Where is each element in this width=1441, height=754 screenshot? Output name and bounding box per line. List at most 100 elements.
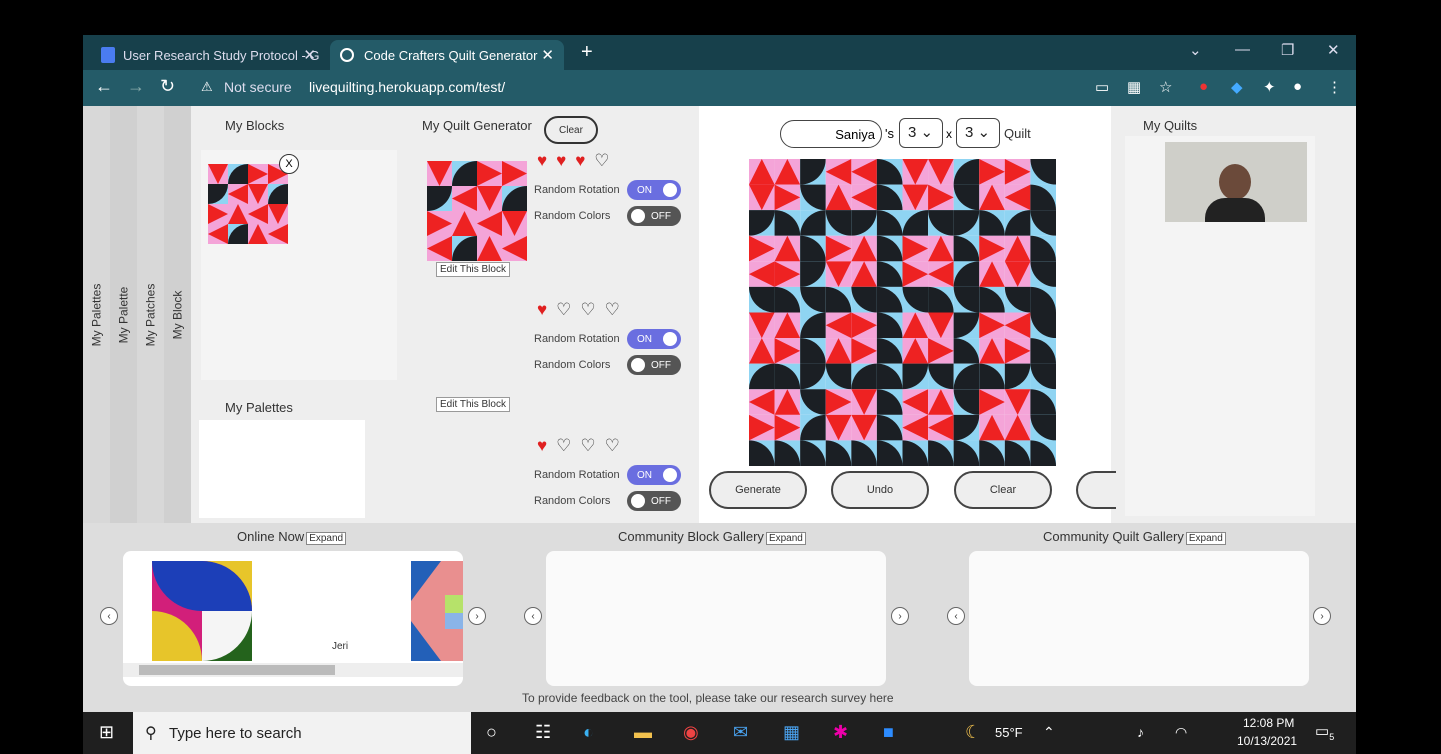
- edit-block-button[interactable]: Edit This Block: [436, 262, 510, 277]
- taskbar-search[interactable]: ⚲ Type here to search: [133, 712, 471, 754]
- close-window-icon[interactable]: ✕: [1327, 41, 1340, 59]
- slack-icon[interactable]: ✱: [833, 722, 848, 743]
- generate-button[interactable]: Generate: [709, 471, 807, 509]
- colors-toggle[interactable]: OFF: [627, 491, 681, 511]
- qr-icon[interactable]: ▦: [1127, 78, 1141, 96]
- my-quilts-title: My Quilts: [1143, 118, 1198, 133]
- cols-select[interactable]: 3 ⌄: [956, 118, 1000, 148]
- clear-quilt-button[interactable]: Clear: [954, 471, 1052, 509]
- chrome-icon[interactable]: ◉: [683, 722, 699, 743]
- my-palettes-list[interactable]: [199, 420, 365, 518]
- expand-button[interactable]: Expand: [765, 532, 806, 545]
- next-arrow-icon[interactable]: ›: [891, 607, 909, 625]
- calendar-icon[interactable]: ▦: [783, 722, 800, 743]
- remove-block-icon[interactable]: X: [279, 154, 299, 174]
- cast-icon[interactable]: ▭: [1095, 78, 1109, 96]
- file-explorer-icon[interactable]: ▬: [634, 722, 652, 743]
- saved-block[interactable]: [208, 164, 288, 244]
- online-user-block[interactable]: [152, 561, 252, 661]
- weather-icon: ☾: [965, 722, 982, 742]
- zoom-icon[interactable]: ■: [883, 722, 894, 743]
- possessive-label: 's: [885, 126, 894, 141]
- clock-time[interactable]: 12:08 PM: [1243, 716, 1294, 730]
- quilt-canvas[interactable]: [749, 159, 1056, 466]
- tab-my-block[interactable]: My Block: [164, 106, 191, 523]
- survey-link[interactable]: here: [870, 691, 894, 705]
- profile-icon[interactable]: ●: [1293, 78, 1302, 95]
- close-tab-icon[interactable]: ✕: [303, 46, 316, 64]
- tab-bar: User Research Study Protocol - G ✕ Code …: [83, 35, 1356, 70]
- my-blocks-list[interactable]: X: [201, 150, 397, 380]
- next-arrow-icon[interactable]: ›: [1313, 607, 1331, 625]
- forward-icon[interactable]: →: [127, 76, 145, 97]
- generator-block: [427, 161, 527, 261]
- volume-icon[interactable]: ♪: [1137, 724, 1144, 740]
- windows-icon[interactable]: ⊞: [99, 722, 114, 743]
- prev-arrow-icon[interactable]: ‹: [524, 607, 542, 625]
- temperature[interactable]: 55°F: [995, 725, 1023, 740]
- next-arrow-icon[interactable]: ›: [468, 607, 486, 625]
- heart-icon-row[interactable]: ♥♡♡♡: [537, 300, 629, 320]
- back-icon[interactable]: ←: [95, 76, 113, 97]
- clock-date[interactable]: 10/13/2021: [1237, 734, 1297, 748]
- security-label[interactable]: Not secure: [224, 79, 292, 95]
- chevron-down-icon[interactable]: ⌄: [1189, 41, 1202, 59]
- wifi-icon[interactable]: ◠: [1175, 724, 1187, 741]
- clear-generator-button[interactable]: Clear: [544, 116, 598, 144]
- address-bar: ← → ↻ ⚠ Not secure livequilting.herokuap…: [83, 70, 1356, 106]
- menu-icon[interactable]: ⋮: [1327, 78, 1342, 96]
- star-icon[interactable]: ☆: [1159, 78, 1172, 96]
- online-scrollbar[interactable]: [123, 663, 463, 677]
- heart-icon-row[interactable]: ♥♥♥♡: [537, 151, 619, 171]
- notification-icon[interactable]: ▭5: [1315, 722, 1334, 742]
- gallery-bar: Online Now Expand ‹ Jeri › Community Blo…: [83, 523, 1356, 712]
- new-tab-icon[interactable]: +: [581, 41, 593, 64]
- online-now-title: Online Now Expand: [237, 529, 347, 545]
- rows-select[interactable]: 3 ⌄: [899, 118, 943, 148]
- colors-toggle[interactable]: OFF: [627, 355, 681, 375]
- heart-icon-row[interactable]: ♥♡♡♡: [537, 436, 629, 456]
- url-field[interactable]: livequilting.herokuapp.com/test/: [309, 79, 505, 95]
- task-view-icon[interactable]: ☷: [535, 722, 551, 743]
- tab-research-protocol[interactable]: User Research Study Protocol - G ✕: [91, 40, 326, 70]
- mail-icon[interactable]: ✉: [733, 722, 748, 743]
- quilt-name-input[interactable]: [780, 120, 882, 148]
- rotation-toggle[interactable]: ON: [627, 329, 681, 349]
- my-quilts-list[interactable]: [1125, 136, 1315, 516]
- rotation-toggle[interactable]: ON: [627, 180, 681, 200]
- minimize-icon[interactable]: —: [1235, 41, 1250, 58]
- edge-icon[interactable]: ◐: [583, 722, 594, 743]
- generator-title: My Quilt Generator: [422, 118, 532, 133]
- quilt-app: My Palettes My Palette My Patches My Blo…: [83, 106, 1356, 523]
- tab-my-patches[interactable]: My Patches: [137, 106, 164, 523]
- tab-quilt-generator[interactable]: Code Crafters Quilt Generator ✕: [330, 40, 564, 70]
- puzzle-icon[interactable]: ✦: [1263, 78, 1276, 96]
- prev-arrow-icon[interactable]: ‹: [100, 607, 118, 625]
- extra-button[interactable]: [1076, 471, 1116, 509]
- undo-button[interactable]: Undo: [831, 471, 929, 509]
- prev-arrow-icon[interactable]: ‹: [947, 607, 965, 625]
- expand-button[interactable]: Expand: [306, 532, 347, 545]
- edit-block-button[interactable]: Edit This Block: [436, 397, 510, 412]
- online-user-block[interactable]: [411, 561, 463, 661]
- colors-toggle[interactable]: OFF: [627, 206, 681, 226]
- quilt-gallery-box: [969, 551, 1309, 686]
- generator-panel: My Quilt Generator Clear Edit This Block…: [399, 106, 699, 523]
- cortana-icon[interactable]: ○: [486, 722, 497, 743]
- tab-my-palettes[interactable]: My Palettes: [83, 106, 110, 523]
- reload-icon[interactable]: ↻: [160, 76, 175, 97]
- online-user-name: Jeri: [332, 641, 349, 652]
- warning-icon: ⚠: [201, 79, 213, 94]
- block-gallery-title: Community Block Gallery Expand: [618, 529, 806, 545]
- tab-my-palette[interactable]: My Palette: [110, 106, 137, 523]
- chevron-up-icon[interactable]: ⌃: [1043, 724, 1055, 741]
- rotation-toggle[interactable]: ON: [627, 465, 681, 485]
- expand-button[interactable]: Expand: [1185, 532, 1226, 545]
- extension-icon[interactable]: ◆: [1231, 78, 1243, 96]
- quilt-panel: 's 3 ⌄ x 3 ⌄ Quilt Generate Undo Clear: [699, 106, 1116, 523]
- my-palettes-title: My Palettes: [225, 400, 293, 415]
- close-tab-icon[interactable]: ✕: [541, 46, 554, 64]
- restore-icon[interactable]: ❐: [1281, 41, 1294, 59]
- search-icon: ⚲: [145, 725, 157, 742]
- ublock-icon[interactable]: ●: [1199, 78, 1208, 95]
